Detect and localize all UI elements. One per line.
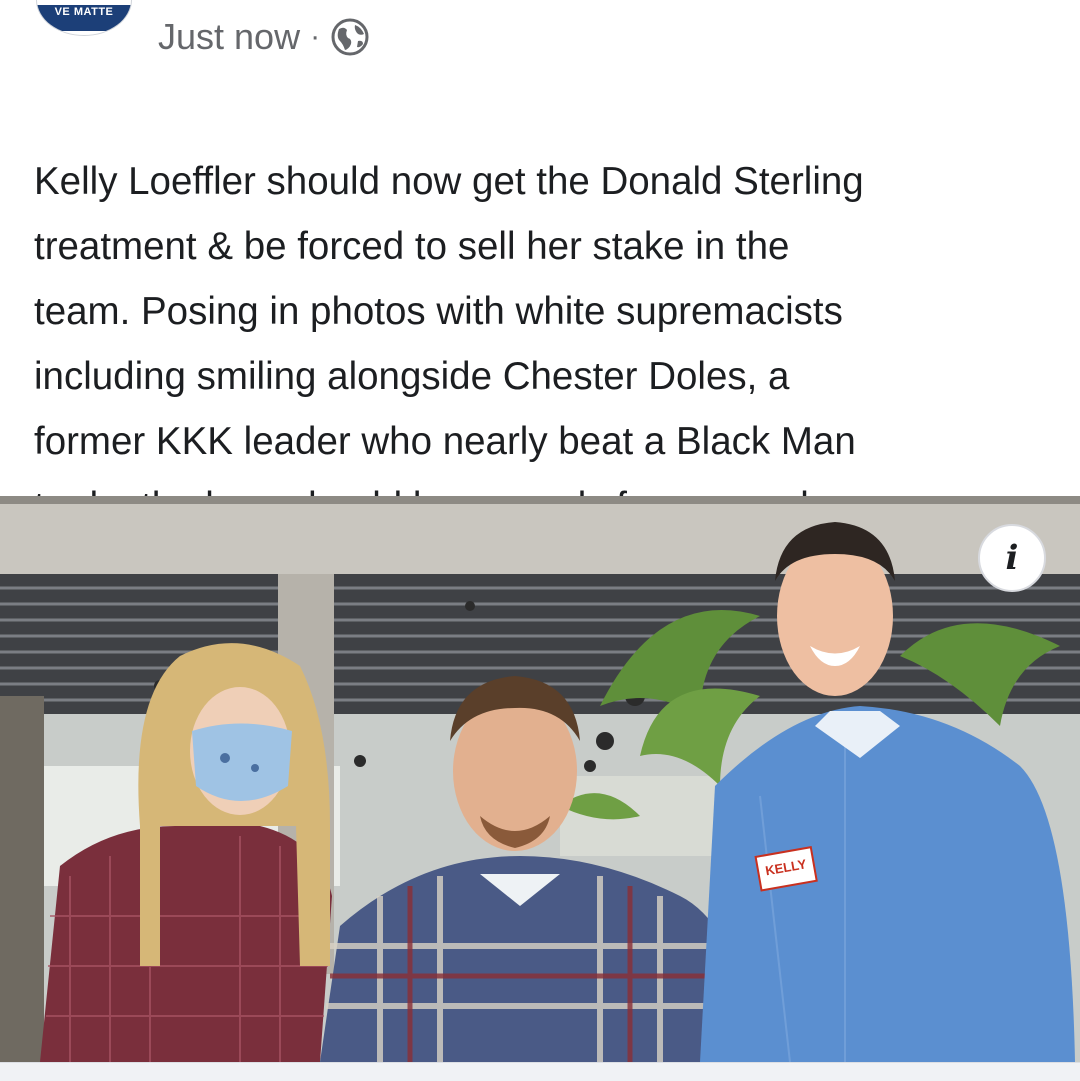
post-meta: Just now · — [158, 14, 370, 60]
post-header: VE MATTE Just now · — [0, 0, 1080, 80]
photo-illustration: KELLY — [0, 496, 1080, 1062]
post-text-line: Kelly Loeffler should now get the Donald… — [34, 160, 864, 203]
separator: · — [310, 20, 321, 53]
post-text-line: former KKK leader who nearly beat a Blac… — [34, 420, 856, 463]
post-photo[interactable]: KELLY — [0, 496, 1080, 1062]
post-text-line: team. Posing in photos with white suprem… — [34, 290, 843, 333]
info-button[interactable]: i — [978, 524, 1046, 592]
post-text: Kelly Loeffler should now get the Donald… — [34, 84, 1054, 539]
post-text-line: treatment & be forced to sell her stake … — [34, 225, 790, 268]
avatar-text: VE MATTE — [54, 6, 114, 18]
globe-icon[interactable] — [330, 17, 370, 57]
post-footer-edge — [0, 1062, 1080, 1081]
avatar[interactable]: VE MATTE — [36, 0, 132, 36]
info-icon: i — [1005, 538, 1019, 578]
timestamp[interactable]: Just now — [158, 16, 300, 58]
post-text-line: including smiling alongside Chester Dole… — [34, 355, 790, 398]
